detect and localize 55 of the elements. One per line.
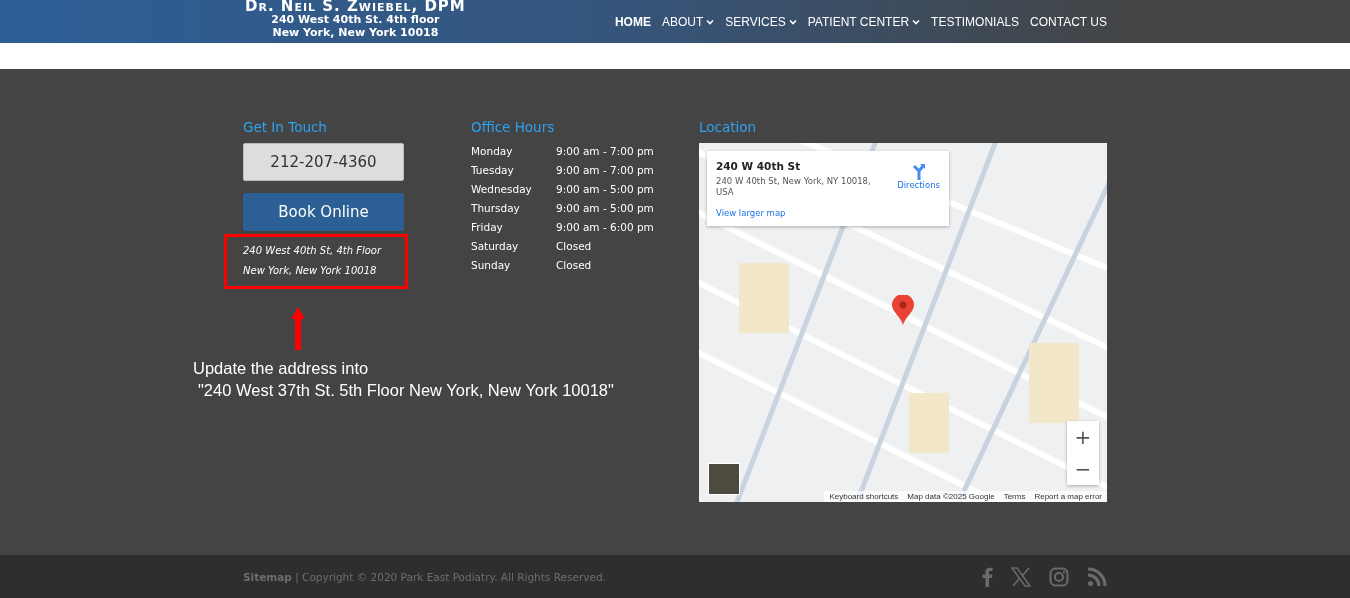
place-title: 240 W 40th St [716,160,802,172]
day-label: Sunday [471,258,512,273]
satellite-thumbnail[interactable] [708,463,740,495]
caret-icon [788,18,797,25]
logo-address: New York, New York 10018 [272,26,439,39]
day-label: Tuesday [471,163,515,178]
nav-link[interactable]: PATIENT CENTER [807,14,921,29]
nav-link[interactable]: TESTIMONIALS [931,14,1020,29]
map-attribution-link[interactable]: Keyboard shortcuts [829,492,899,501]
hours-text: Closed [556,258,593,273]
section-heading: Get In Touch [243,119,328,135]
copyright-text: | Copyright © 2020 Park East Podiatry. All Rights Reserved. [294,570,606,583]
map-attribution-link[interactable]: Map data ©2025 Google [907,492,995,501]
address-line: 240 West 40th St, 4th Floor [243,244,383,258]
view-larger-map-link[interactable]: View larger map [716,208,881,218]
directions-icon [910,162,927,180]
day-label: Wednesday [471,182,533,197]
day-label: Monday [471,144,514,159]
up-arrow-icon [291,307,305,350]
hours-text: 9:00 am - 7:00 pm [556,163,655,178]
hours-text: Closed [556,239,593,254]
day-label: Saturday [471,239,520,254]
nav-link[interactable]: CONTACT US [1030,14,1107,29]
map-attribution-link[interactable]: Terms [1003,492,1026,501]
zoom-out-button[interactable]: − [1067,453,1099,485]
logo-address: 240 West 40th St. 4th floor [271,13,440,26]
map-attribution-link[interactable]: Report a map error [1034,492,1102,501]
map-placeholder[interactable]: 240 W 40th St 240 W 40th St, New York, NY 10018, USA View larger map Directions + − Keyboard shortcuts Map data ©2025 Google Terms Report a map error [699,143,1107,502]
directions-link[interactable]: Directions [897,162,940,196]
caret-icon [912,18,921,25]
hours-text: 9:00 am - 6:00 pm [556,220,655,235]
hours-text: 9:00 am - 5:00 pm [556,201,655,216]
book-online-button[interactable]: Book Online [243,193,404,231]
annotation-text: "240 West 37th St. 5th Floor New York, New York 10018" [198,380,614,401]
day-label: Thursday [471,201,521,216]
hours-text: 9:00 am - 7:00 pm [556,144,655,159]
nav-link[interactable]: SERVICES [725,14,797,29]
caret-icon [706,18,715,25]
hours-text: 9:00 am - 5:00 pm [556,182,655,197]
day-label: Friday [471,220,504,235]
annotation-text: Update the address into [193,358,370,379]
facebook-icon[interactable] [981,566,993,587]
phone-button[interactable]: 212-207-4360 [243,143,404,181]
x-logo-icon[interactable] [1011,566,1031,587]
map-pin-icon [892,295,914,325]
section-heading: Office Hours [471,119,556,135]
logo-name[interactable]: Dr. Neil S. Zwiebel, DPM [245,0,466,13]
place-address: 240 W 40th St, New York, NY 10018, USA [716,176,872,198]
nav-link[interactable]: HOME [614,14,651,29]
nav-link[interactable]: ABOUT [661,14,715,29]
rss-icon[interactable] [1087,566,1107,587]
section-heading: Location [699,119,758,135]
zoom-in-button[interactable]: + [1067,421,1099,453]
instagram-icon[interactable] [1049,566,1069,587]
address-line: New York, New York 10018 [243,264,378,278]
